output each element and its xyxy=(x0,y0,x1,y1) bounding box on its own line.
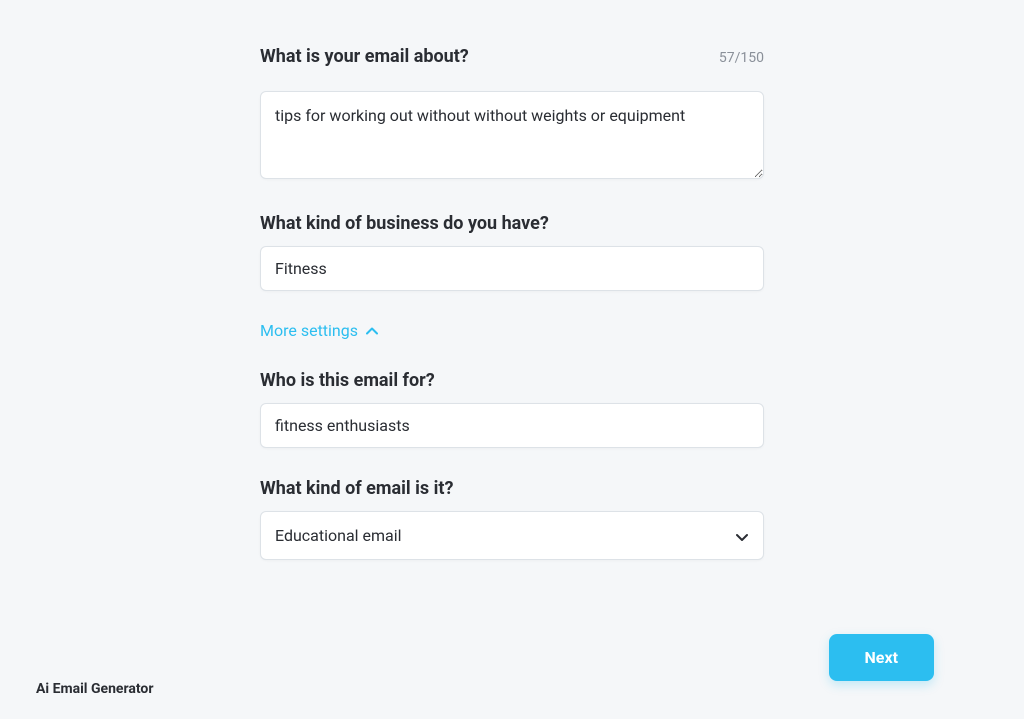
email-for-label: Who is this email for? xyxy=(260,370,764,391)
business-kind-label: What kind of business do you have? xyxy=(260,213,764,234)
chevron-up-icon xyxy=(366,327,378,335)
business-kind-field: What kind of business do you have? xyxy=(260,213,764,291)
next-button[interactable]: Next xyxy=(829,634,934,681)
email-about-label: What is your email about? xyxy=(260,46,469,67)
email-about-field: What is your email about? 57/150 xyxy=(260,46,764,183)
email-about-textarea[interactable] xyxy=(260,91,764,179)
email-kind-field: What kind of email is it? Educational em… xyxy=(260,478,764,560)
char-count: 57/150 xyxy=(719,50,764,66)
business-kind-input[interactable] xyxy=(260,246,764,291)
more-settings-label: More settings xyxy=(260,321,358,340)
email-for-field: Who is this email for? xyxy=(260,370,764,448)
email-kind-label: What kind of email is it? xyxy=(260,478,764,499)
email-for-input[interactable] xyxy=(260,403,764,448)
more-settings-toggle[interactable]: More settings xyxy=(260,321,378,340)
footer-label: Ai Email Generator xyxy=(36,681,153,697)
email-kind-select[interactable]: Educational email xyxy=(260,511,764,560)
